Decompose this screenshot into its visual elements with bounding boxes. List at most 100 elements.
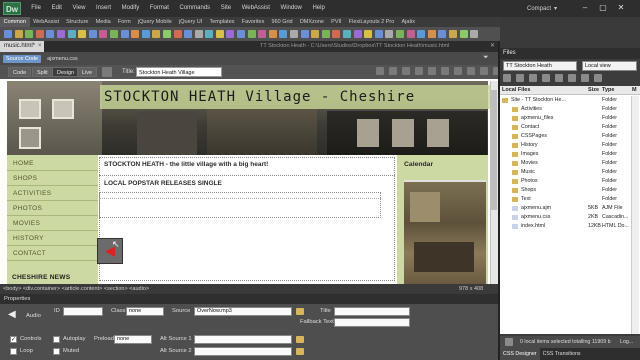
file-row[interactable]: ajxmenu.ajm5KBAJM File0 [500, 204, 640, 213]
nav-home[interactable]: HOME [7, 156, 98, 171]
insert-object-icon[interactable] [438, 30, 447, 38]
insert-object-icon[interactable] [46, 30, 55, 38]
file-row[interactable]: CSSPagesFolder1 [500, 132, 640, 141]
close-button[interactable]: ✕ [616, 2, 626, 13]
insert-object-icon[interactable] [321, 30, 330, 38]
insert-tab-jquery-ui[interactable]: jQuery UI [175, 17, 205, 27]
preview-icon[interactable] [389, 67, 397, 75]
insert-tab-common[interactable]: Common [0, 17, 30, 27]
insert-object-icon[interactable] [205, 30, 214, 38]
tag-path[interactable]: <body> <div.container> <article.content>… [3, 284, 149, 294]
insert-object-icon[interactable] [237, 30, 246, 38]
browse-folder-icon[interactable] [296, 348, 304, 355]
nav-movies[interactable]: MOVIES [7, 216, 98, 231]
insert-object-icon[interactable] [88, 30, 97, 38]
multiscreen-icon[interactable] [102, 67, 112, 77]
insert-object-icon[interactable] [4, 30, 12, 38]
insert-object-icon[interactable] [406, 30, 415, 38]
page-title-input[interactable]: Stockton Heath Village [136, 67, 222, 77]
insert-object-icon[interactable] [459, 30, 468, 38]
insert-tab-pvii[interactable]: PVII [328, 17, 346, 27]
check-browser-icon[interactable] [454, 67, 462, 75]
insert-object-icon[interactable] [343, 30, 351, 38]
insert-object-icon[interactable] [300, 30, 309, 38]
tab-css-designer[interactable]: CSS Designer [500, 348, 540, 360]
alt-source-2-input[interactable] [194, 347, 292, 356]
nav-shops[interactable]: SHOPS [7, 171, 98, 186]
file-row[interactable]: ajxmenu_filesFolder1 [500, 114, 640, 123]
put-files-icon[interactable] [542, 74, 550, 82]
insert-object-icon[interactable] [78, 30, 87, 38]
window-size[interactable]: 978 x 408 [459, 284, 483, 294]
insert-tab-jquery-mobile[interactable]: jQuery Mobile [134, 17, 175, 27]
copy-icon[interactable] [480, 67, 488, 75]
insert-tab-favorites[interactable]: Favorites [238, 17, 268, 27]
menu-view[interactable]: View [67, 3, 91, 14]
insert-tab-form[interactable]: Form [114, 17, 134, 27]
insert-object-icon[interactable] [427, 30, 436, 38]
get-files-icon[interactable] [529, 74, 537, 82]
insert-object-icon[interactable] [35, 30, 44, 38]
muted-checkbox[interactable] [53, 348, 60, 355]
close-tab-icon[interactable]: × [38, 41, 42, 52]
related-file-source-code[interactable]: Source Code [3, 54, 42, 63]
filter-icon[interactable]: ⏷ [483, 54, 493, 63]
site-select[interactable]: TT Stockton Heath [503, 61, 577, 71]
insert-object-icon[interactable] [226, 30, 235, 38]
view-select[interactable]: Local view [582, 61, 637, 71]
insert-tab-dmxzone[interactable]: DMXzone [296, 17, 327, 27]
insert-object-icon[interactable] [131, 30, 140, 38]
nav-photos[interactable]: PHOTOS [7, 201, 98, 216]
id-input[interactable] [63, 307, 103, 316]
insert-object-icon[interactable] [279, 30, 288, 38]
insert-object-icon[interactable] [215, 30, 224, 38]
insert-object-icon[interactable] [258, 30, 267, 38]
files-tab[interactable]: Files [503, 48, 516, 59]
code-view-button[interactable]: Code [8, 67, 32, 77]
connect-icon[interactable] [503, 74, 511, 82]
menu-format[interactable]: Format [145, 3, 175, 14]
cut-icon[interactable] [467, 67, 475, 75]
menu-site[interactable]: Site [215, 3, 236, 14]
menu-edit[interactable]: Edit [46, 3, 67, 14]
insert-object-icon[interactable] [470, 30, 479, 38]
insert-object-icon[interactable] [14, 30, 23, 38]
insert-tab-structure[interactable]: Structure [63, 17, 93, 27]
preload-select[interactable]: none [114, 335, 152, 344]
file-row[interactable]: MoviesFolder1 [500, 159, 640, 168]
nav-history[interactable]: HISTORY [7, 231, 98, 246]
insert-tab-flexilayouts[interactable]: FlexiLayouts 2 Pro [345, 17, 398, 27]
insert-object-icon[interactable] [268, 30, 277, 38]
alt-source-1-input[interactable] [194, 335, 292, 344]
insert-object-icon[interactable] [99, 30, 108, 38]
expand-icon[interactable] [594, 74, 602, 82]
title-field-input[interactable] [334, 307, 410, 316]
column-local-files[interactable]: Local Files [500, 86, 588, 95]
insert-object-icon[interactable] [364, 30, 373, 38]
file-row[interactable]: PhotosFolder1 [500, 177, 640, 186]
insert-object-icon[interactable] [247, 30, 256, 38]
file-row[interactable]: ShopsFolder1 [500, 186, 640, 195]
file-row[interactable]: ImagesFolder1 [500, 150, 640, 159]
insert-object-icon[interactable] [374, 30, 383, 38]
file-row[interactable]: ajxmenu.css2KBCascadin...0 [500, 213, 640, 222]
file-row[interactable]: HistoryFolder1 [500, 141, 640, 150]
column-size[interactable]: Size [588, 86, 602, 95]
fallback-text-input[interactable] [334, 318, 410, 327]
live-view-button[interactable]: Live [77, 67, 98, 77]
refresh-icon[interactable] [516, 74, 524, 82]
related-file-ajxmenu-css[interactable]: ajxmenu.css [44, 55, 81, 63]
insert-object-icon[interactable] [184, 30, 193, 38]
design-view-button[interactable]: Design [52, 67, 80, 77]
tab-css-transitions[interactable]: CSS Transitions [540, 348, 584, 360]
menu-webassist[interactable]: WebAssist [236, 3, 275, 14]
insert-tab-ajatix[interactable]: Ajatix [398, 17, 419, 27]
close-document-icon[interactable]: ✕ [490, 41, 495, 52]
insert-object-icon[interactable] [417, 30, 426, 38]
insert-object-icon[interactable] [385, 30, 394, 38]
insert-tab-webassist[interactable]: WebAssist [30, 17, 63, 27]
menu-help[interactable]: Help [307, 3, 330, 14]
workspace-switcher[interactable]: Compact ▾ [527, 3, 557, 14]
log-button[interactable]: Log... [620, 336, 633, 348]
insert-object-icon[interactable] [141, 30, 150, 38]
